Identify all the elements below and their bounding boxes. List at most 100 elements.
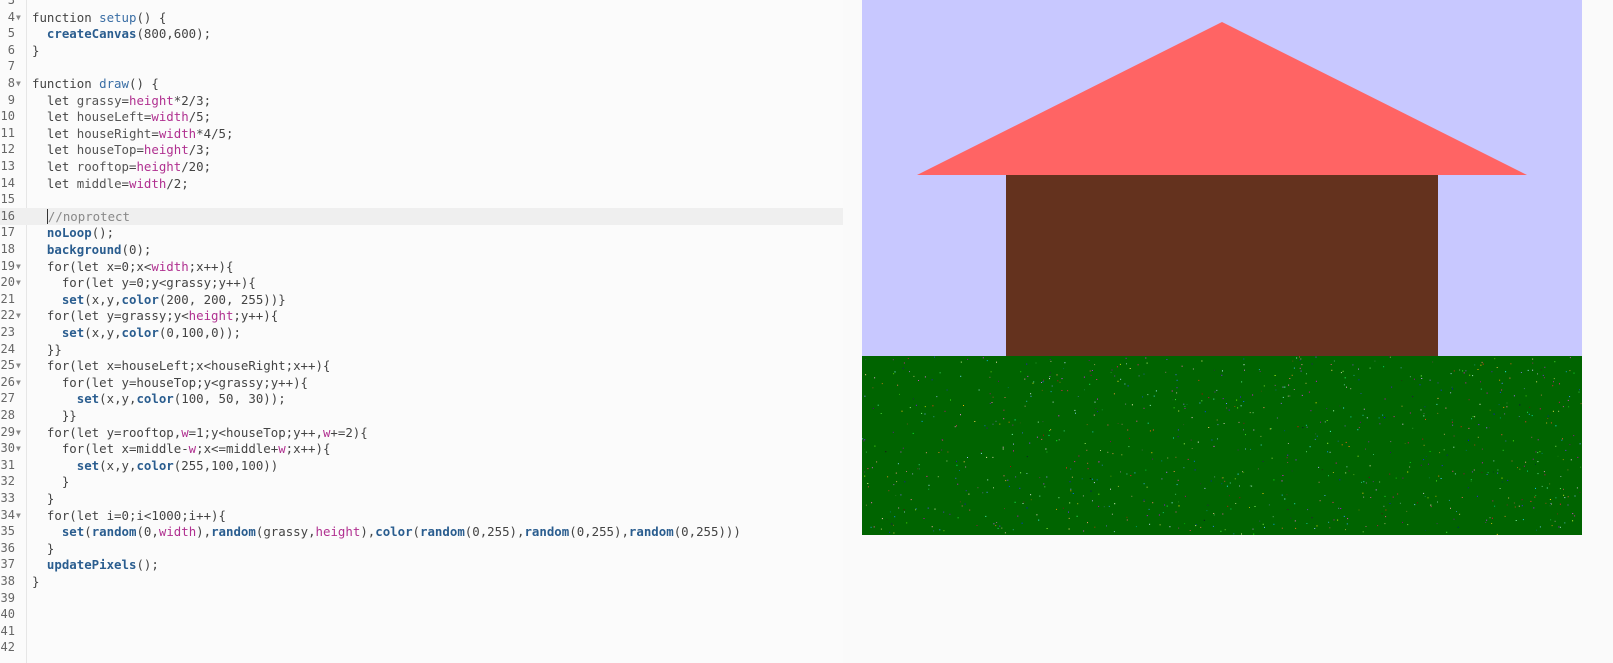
random-pixel: [1094, 526, 1096, 528]
code-line-33[interactable]: 33 }: [0, 490, 843, 507]
code-line-17[interactable]: 17 noLoop();: [0, 224, 843, 241]
code-line-27[interactable]: 27 set(x,y,color(100, 50, 30));: [0, 390, 843, 407]
fold-arrow-icon[interactable]: ▼: [16, 258, 21, 275]
random-pixel: [1453, 518, 1455, 520]
fold-arrow-icon[interactable]: ▼: [16, 357, 21, 374]
random-pixel: [1301, 364, 1303, 366]
fold-arrow-icon[interactable]: ▼: [16, 374, 21, 391]
code-line-13[interactable]: 13 let rooftop=height/20;: [0, 158, 843, 175]
random-pixel: [1195, 524, 1197, 526]
fold-arrow-icon[interactable]: ▼: [16, 307, 21, 324]
random-pixel: [1340, 372, 1342, 374]
fold-arrow-icon[interactable]: ▼: [16, 507, 21, 524]
code-line-29[interactable]: 29 ▼ for(let y=rooftop,w=1;y<houseTop;y++…: [0, 424, 843, 441]
code-line-34[interactable]: 34 ▼ for(let i=0;i<1000;i++){: [0, 507, 843, 524]
random-pixel: [1437, 412, 1439, 414]
line-number: 26: [0, 374, 15, 389]
random-pixel: [1471, 471, 1473, 473]
random-pixel: [933, 530, 935, 532]
code-line-14[interactable]: 14 let middle=width/2;: [0, 175, 843, 192]
random-pixel: [936, 396, 938, 398]
fold-arrow-icon[interactable]: ▼: [16, 9, 21, 26]
code-line-40[interactable]: 40: [0, 606, 843, 623]
code-line-15[interactable]: 15: [0, 191, 843, 208]
code-line-36[interactable]: 36 }: [0, 540, 843, 557]
random-pixel: [1321, 469, 1323, 471]
code-line-20[interactable]: 20 ▼ for(let y=0;y<grassy;y++){: [0, 274, 843, 291]
code-line-37[interactable]: 37 updatePixels();: [0, 556, 843, 573]
fold-arrow-icon[interactable]: ▼: [16, 274, 21, 291]
code-line-10[interactable]: 10 let houseLeft=width/5;: [0, 108, 843, 125]
random-pixel: [1052, 401, 1054, 403]
code-editor[interactable]: 3 4 ▼ function setup() {5 createCanvas(800,…: [0, 0, 843, 663]
random-pixel: [1224, 480, 1226, 482]
code-line-5[interactable]: 5 createCanvas(800,600);: [0, 25, 843, 42]
code-line-4[interactable]: 4 ▼ function setup() {: [0, 9, 843, 26]
code-token: set: [76, 391, 100, 407]
random-pixel: [1030, 395, 1032, 397]
random-pixel: [898, 507, 900, 509]
code-line-31[interactable]: 31 set(x,y,color(255,100,100)): [0, 457, 843, 474]
random-pixel: [1026, 400, 1028, 402]
random-pixel: [1114, 375, 1116, 377]
code-line-30[interactable]: 30 ▼ for(let x=middle-w;x<=middle+w;x++){: [0, 440, 843, 457]
random-pixel: [1327, 442, 1329, 444]
code-line-12[interactable]: 12 let houseTop=height/3;: [0, 141, 843, 158]
random-pixel: [1111, 369, 1113, 371]
code-line-39[interactable]: 39: [0, 590, 843, 607]
random-pixel: [1058, 415, 1060, 417]
code-line-35[interactable]: 35 set(random(0,width),random(grassy,hei…: [0, 523, 843, 540]
fold-arrow-icon[interactable]: ▼: [16, 75, 21, 92]
random-pixel: [964, 503, 966, 505]
random-pixel: [1260, 390, 1262, 392]
code-line-19[interactable]: 19 ▼ for(let x=0;x<width;x++){: [0, 258, 843, 275]
fold-arrow-icon[interactable]: ▼: [16, 424, 21, 441]
random-pixel: [956, 464, 958, 466]
random-pixel: [1299, 359, 1301, 361]
random-pixel: [893, 524, 894, 526]
random-pixel: [933, 416, 935, 418]
code-line-38[interactable]: 38}: [0, 573, 843, 590]
code-line-22[interactable]: 22 ▼ for(let y=grassy;y<height;y++){: [0, 307, 843, 324]
random-pixel: [1315, 380, 1317, 382]
random-pixel: [1427, 497, 1429, 499]
random-pixel: [1046, 528, 1048, 529]
code-line-23[interactable]: 23 set(x,y,color(0,100,0));: [0, 324, 843, 341]
random-pixel: [1101, 409, 1103, 411]
code-token: =: [121, 175, 129, 191]
code-line-26[interactable]: 26 ▼ for(let y=houseTop;y<grassy;y++){: [0, 374, 843, 391]
random-pixel: [1359, 421, 1361, 423]
code-line-25[interactable]: 25 ▼ for(let x=houseLeft;x<houseRight;x++…: [0, 357, 843, 374]
random-pixel: [1559, 526, 1561, 528]
random-pixel: [1505, 440, 1507, 442]
random-pixel: [1501, 389, 1503, 391]
random-pixel: [1171, 390, 1173, 392]
random-pixel: [894, 516, 896, 518]
code-line-18[interactable]: 18 background(0);: [0, 241, 843, 258]
random-pixel: [889, 531, 891, 533]
code-line-9[interactable]: 9 let grassy=height*2/3;: [0, 92, 843, 109]
random-pixel: [1175, 374, 1177, 376]
random-pixel: [1421, 378, 1423, 379]
random-pixel: [1457, 526, 1459, 528]
random-pixel: [1153, 395, 1155, 397]
code-line-6[interactable]: 6}: [0, 42, 843, 59]
random-pixel: [901, 410, 903, 412]
code-line-32[interactable]: 32 }: [0, 473, 843, 490]
code-token: (: [84, 524, 92, 540]
code-token: setup: [99, 9, 137, 25]
code-line-16[interactable]: 16 //noprotect: [0, 207, 843, 225]
code-line-42[interactable]: 42: [0, 639, 843, 656]
code-line-7[interactable]: 7: [0, 58, 843, 75]
code-line-8[interactable]: 8 ▼ function draw() {: [0, 75, 843, 92]
code-line-21[interactable]: 21 set(x,y,color(200, 200, 255))}: [0, 291, 843, 308]
random-pixel: [1491, 517, 1493, 519]
code-line-11[interactable]: 11 let houseRight=width*4/5;: [0, 125, 843, 142]
code-line-28[interactable]: 28 }}: [0, 407, 843, 424]
code-line-41[interactable]: 41: [0, 623, 843, 640]
code-text: //noprotect: [32, 208, 130, 225]
fold-arrow-icon[interactable]: ▼: [16, 440, 21, 457]
code-line-24[interactable]: 24 }}: [0, 341, 843, 358]
line-number: 5: [7, 26, 15, 41]
random-pixel: [1131, 404, 1133, 406]
